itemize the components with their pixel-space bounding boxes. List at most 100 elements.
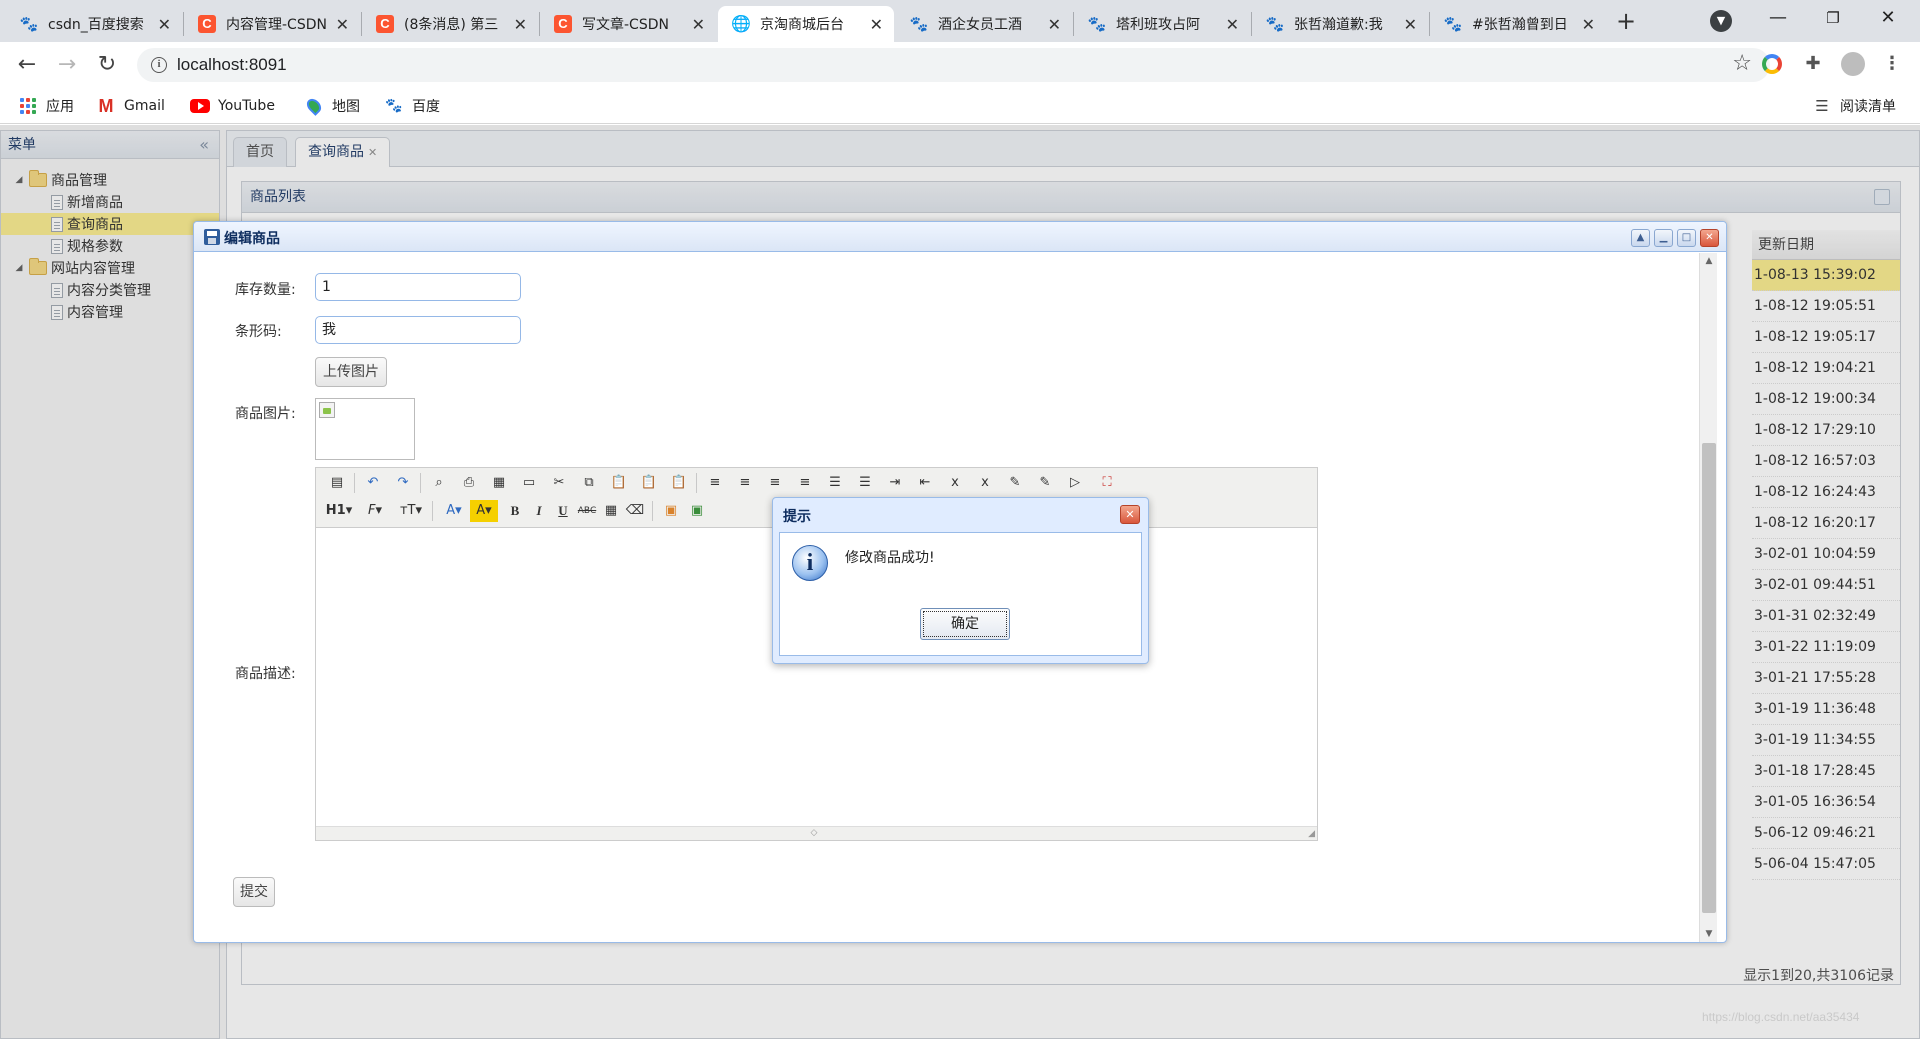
back-icon[interactable]: ← xyxy=(12,50,42,80)
extension-ring-icon[interactable] xyxy=(1762,54,1782,74)
edit-window-header[interactable]: 编辑商品 ▲ ▁ □ ✕ xyxy=(194,222,1726,252)
table-row[interactable]: 3-01-05 16:36:54 xyxy=(1752,787,1900,818)
url-text[interactable]: localhost:8091 xyxy=(177,55,287,75)
profile-avatar-icon[interactable] xyxy=(1841,52,1865,76)
table-row[interactable]: 1-08-12 19:04:21 xyxy=(1752,353,1900,384)
maximize-window-icon[interactable]: □ xyxy=(1677,229,1696,247)
close-tab-icon[interactable]: ✕ xyxy=(1225,15,1240,34)
table-row[interactable]: 1-08-12 17:29:10 xyxy=(1752,415,1900,446)
browser-tab-active[interactable]: 🌐 京淘商城后台 ✕ xyxy=(718,6,894,42)
bookmark-apps[interactable]: 应用 xyxy=(18,94,74,118)
ok-button[interactable]: 确定 xyxy=(920,608,1010,640)
bookmark-star-icon[interactable]: ☆ xyxy=(1732,51,1752,76)
close-tab-icon[interactable]: ✕ xyxy=(513,15,528,34)
close-tab-icon[interactable]: ✕ xyxy=(368,146,377,159)
align-center-icon[interactable]: ≡ xyxy=(734,472,756,494)
reading-list-button[interactable]: ☰ 阅读清单 xyxy=(1812,94,1896,118)
outdent-icon[interactable]: ⇤ xyxy=(914,472,936,494)
insert-image-icon[interactable]: ▣ xyxy=(660,500,682,522)
strikethrough-icon[interactable]: ABC xyxy=(576,500,598,522)
corner-resize-icon[interactable]: ◢ xyxy=(1308,829,1315,839)
align-right-icon[interactable]: ≡ xyxy=(764,472,786,494)
scroll-up-icon[interactable]: ▲ xyxy=(1703,256,1715,266)
subscript-icon[interactable]: x xyxy=(944,472,966,494)
tree-item-content-category[interactable]: 内容分类管理 xyxy=(1,279,219,301)
table-row[interactable]: 1-08-12 16:20:17 xyxy=(1752,508,1900,539)
close-tab-icon[interactable]: ✕ xyxy=(1047,15,1062,34)
table-row[interactable]: 3-01-18 17:28:45 xyxy=(1752,756,1900,787)
browser-tab[interactable]: 🐾 csdn_百度搜索 ✕ xyxy=(6,6,182,42)
template-icon[interactable]: ▦ xyxy=(488,472,510,494)
minimize-window-icon[interactable]: ▁ xyxy=(1654,229,1673,247)
stock-input[interactable]: 1 xyxy=(315,273,521,301)
scrollbar-thumb[interactable] xyxy=(1702,443,1716,913)
new-tab-icon[interactable]: + xyxy=(1612,8,1640,36)
message-dialog-header[interactable]: 提示 ✕ xyxy=(777,502,1144,528)
column-header-update-date[interactable]: 更新日期 xyxy=(1752,230,1900,260)
address-bar[interactable]: i localhost:8091 ☆ xyxy=(137,48,1770,82)
tree-folder-site-content[interactable]: ◢ 网站内容管理 xyxy=(1,257,219,279)
undo-icon[interactable]: ↶ xyxy=(362,472,384,494)
site-info-icon[interactable]: i xyxy=(151,57,167,73)
table-row[interactable]: 5-06-04 15:47:05 xyxy=(1752,849,1900,880)
panel-collapse-icon[interactable] xyxy=(1874,189,1890,205)
reload-icon[interactable]: ↻ xyxy=(92,50,122,80)
tab-home[interactable]: 首页 xyxy=(233,137,287,167)
table-row[interactable]: 1-08-12 16:24:43 xyxy=(1752,477,1900,508)
tree-item-content-management[interactable]: 内容管理 xyxy=(1,301,219,323)
browser-tab[interactable]: 🐾 塔利班攻占阿 ✕ xyxy=(1074,6,1250,42)
table-row[interactable]: 1-08-13 15:39:02 xyxy=(1752,260,1900,291)
clear-html-icon[interactable]: ✎ xyxy=(1004,472,1026,494)
close-tab-icon[interactable]: ✕ xyxy=(1581,15,1596,34)
collapse-window-icon[interactable]: ▲ xyxy=(1631,229,1650,247)
remove-format-icon[interactable]: ⌫ xyxy=(624,500,646,522)
extensions-puzzle-icon[interactable]: ✚ xyxy=(1801,52,1825,76)
copy-icon[interactable]: ⧉ xyxy=(578,472,600,494)
restore-icon[interactable]: ❐ xyxy=(1810,0,1856,38)
table-row[interactable]: 3-02-01 09:44:51 xyxy=(1752,570,1900,601)
ordered-list-icon[interactable]: ☰ xyxy=(824,472,846,494)
table-row[interactable]: 3-01-21 17:55:28 xyxy=(1752,663,1900,694)
code-icon[interactable]: ▭ xyxy=(518,472,540,494)
tree-item-add-product[interactable]: 新增商品 xyxy=(1,191,219,213)
forward-icon[interactable]: → xyxy=(52,50,82,80)
table-row[interactable]: 1-08-12 16:57:03 xyxy=(1752,446,1900,477)
font-color-icon[interactable]: A▾ xyxy=(440,500,468,522)
table-row[interactable]: 3-02-01 10:04:59 xyxy=(1752,539,1900,570)
fullscreen-icon[interactable]: ⛶ xyxy=(1096,472,1118,494)
indent-icon[interactable]: ⇥ xyxy=(884,472,906,494)
table-row[interactable]: 3-01-19 11:36:48 xyxy=(1752,694,1900,725)
italic-icon[interactable]: I xyxy=(528,500,550,522)
tab-search-icon[interactable]: ▼ xyxy=(1710,10,1732,32)
paste-word-icon[interactable]: 📋 xyxy=(668,472,690,494)
superscript-icon[interactable]: x xyxy=(974,472,996,494)
bold-icon[interactable]: B xyxy=(504,500,526,522)
font-family-icon[interactable]: F▾ xyxy=(360,500,390,522)
font-size-icon[interactable]: тT▾ xyxy=(396,500,426,522)
tab-query-product[interactable]: 查询商品 ✕ xyxy=(295,137,391,167)
close-tab-icon[interactable]: ✕ xyxy=(335,15,350,34)
browser-tab[interactable]: 🐾 #张哲瀚曾到日 ✕ xyxy=(1430,6,1606,42)
table-row[interactable]: 3-01-19 11:34:55 xyxy=(1752,725,1900,756)
close-tab-icon[interactable]: ✕ xyxy=(869,15,884,34)
browser-tab[interactable]: C (8条消息) 第三 ✕ xyxy=(362,6,538,42)
quick-format-icon[interactable]: ✎ xyxy=(1034,472,1056,494)
table-row[interactable]: 3-01-31 02:32:49 xyxy=(1752,601,1900,632)
cut-icon[interactable]: ✂ xyxy=(548,472,570,494)
highlight-color-icon[interactable]: A▾ xyxy=(470,500,498,522)
print-icon[interactable]: ⎙ xyxy=(458,472,480,494)
line-height-icon[interactable]: ▦ xyxy=(600,500,622,522)
paste-icon[interactable]: 📋 xyxy=(608,472,630,494)
expand-triangle-icon[interactable]: ◢ xyxy=(13,175,25,185)
scroll-down-icon[interactable]: ▼ xyxy=(1703,929,1715,939)
bookmark-maps[interactable]: 地图 xyxy=(304,94,360,118)
tree-folder-product-management[interactable]: ◢ 商品管理 xyxy=(1,169,219,191)
align-left-icon[interactable]: ≡ xyxy=(704,472,726,494)
bookmark-gmail[interactable]: M Gmail xyxy=(96,94,165,118)
heading-icon[interactable]: H1▾ xyxy=(324,500,354,522)
tree-item-spec-params[interactable]: 规格参数 xyxy=(1,235,219,257)
expand-triangle-icon[interactable]: ◢ xyxy=(13,263,25,273)
submit-button[interactable]: 提交 xyxy=(233,877,275,907)
select-all-icon[interactable]: ▷ xyxy=(1064,472,1086,494)
table-row[interactable]: 1-08-12 19:05:17 xyxy=(1752,322,1900,353)
